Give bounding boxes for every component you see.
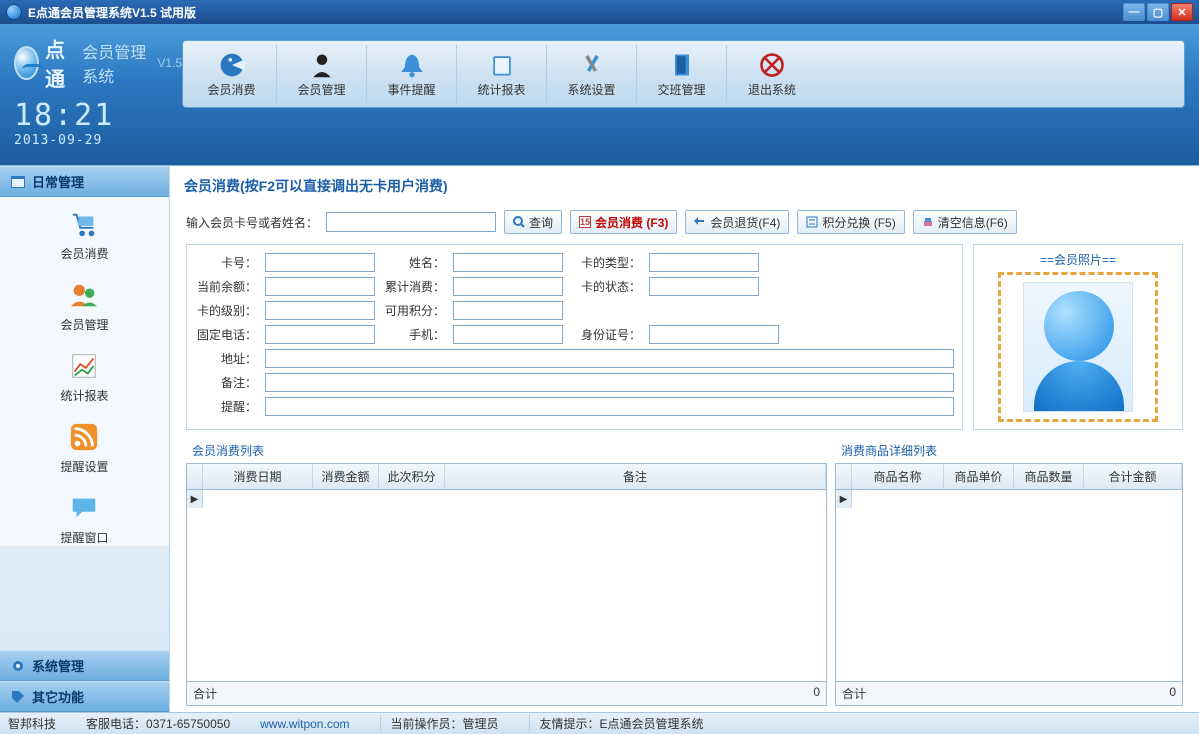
window-title: E点通会员管理系统V1.5 试用版 (28, 4, 1123, 21)
photo-box: ==会员照片== (973, 244, 1183, 430)
row-marker-icon: ▶ (187, 490, 203, 508)
sidebar-section-daily[interactable]: 日常管理 (0, 166, 169, 197)
magnifier-icon (513, 216, 525, 228)
rss-icon (69, 422, 99, 452)
points-input[interactable] (453, 301, 563, 320)
main-panel: 会员消费(按F2可以直接调出无卡用户消费) 输入会员卡号或者姓名： 查询 15会… (170, 166, 1199, 712)
clear-button[interactable]: 清空信息(F6) (913, 210, 1017, 234)
consume-button[interactable]: 15会员消费 (F3) (570, 210, 677, 234)
toolbar-member-consume[interactable]: 会员消费 (187, 45, 277, 103)
member-form: 卡号： 姓名： 卡的类型： 当前余额： 累计消费： 卡的状态： 卡的级别： 可用… (186, 244, 1183, 430)
clock-time: 18:21 (14, 98, 182, 133)
main-toolbar: 会员消费 会员管理 事件提醒 统计报表 系统设置 交班管理 退出系统 (182, 40, 1185, 108)
row-marker-icon: ▶ (836, 490, 852, 508)
status-company: 智邦科技 (8, 715, 56, 732)
sidebar-item-remind-setting[interactable]: 提醒设置 (60, 422, 108, 475)
clock-date: 2013-09-29 (14, 133, 182, 148)
gear-icon (10, 658, 26, 674)
search-label: 输入会员卡号或者姓名： (186, 214, 318, 231)
app-icon (6, 4, 22, 20)
speech-icon (69, 493, 99, 523)
sidebar-section-system[interactable]: 系统管理 (0, 650, 169, 681)
card-type-input[interactable] (649, 253, 759, 272)
card-status-input[interactable] (649, 277, 759, 296)
sidebar-items: 会员消费 会员管理 统计报表 提醒设置 提醒窗口 (0, 197, 169, 546)
tools-icon (578, 51, 606, 79)
brand-name: 点通 (45, 34, 74, 92)
total-spend-input[interactable] (453, 277, 563, 296)
sidebar-section-other[interactable]: 其它功能 (0, 681, 169, 712)
consume-list-title: 会员消费列表 (186, 438, 827, 463)
tag-icon (10, 689, 26, 705)
lists-row: 会员消费列表 消费日期 消费金额 此次积分 备注 ▶ 合计0 消费商品详细列表 (186, 438, 1183, 706)
toolbar-member-manage[interactable]: 会员管理 (277, 45, 367, 103)
avatar-placeholder-icon (1023, 282, 1133, 412)
users-icon (69, 280, 99, 310)
remark-input[interactable] (265, 373, 954, 392)
remind-input[interactable] (265, 397, 954, 416)
pacman-icon (218, 51, 246, 79)
name-input[interactable] (453, 253, 563, 272)
consume-grid[interactable]: 消费日期 消费金额 此次积分 备注 ▶ 合计0 (186, 463, 827, 706)
eraser-icon (922, 216, 934, 228)
app-header: 点通 会员管理系统 V1.5 18:21 2013-09-29 会员消费 会员管… (0, 24, 1199, 166)
status-hotline: 0371-65750050 (146, 717, 230, 731)
brand-logo-icon (14, 46, 39, 80)
sidebar-item-consume[interactable]: 会员消费 (60, 209, 108, 262)
toolbar-settings[interactable]: 系统设置 (547, 45, 637, 103)
status-website-link[interactable]: www.witpon.com (260, 717, 349, 731)
sidebar-item-member[interactable]: 会员管理 (60, 280, 108, 333)
book-icon (488, 51, 516, 79)
tel-input[interactable] (265, 325, 375, 344)
bell-icon (398, 51, 426, 79)
return-button[interactable]: 会员退货(F4) (685, 210, 789, 234)
panel-title: 会员消费(按F2可以直接调出无卡用户消费) (184, 176, 1189, 196)
card-level-input[interactable] (265, 301, 375, 320)
search-button[interactable]: 查询 (504, 210, 562, 234)
chart-icon (69, 351, 99, 381)
status-tip: E点通会员管理系统 (600, 717, 704, 731)
exit-icon (758, 51, 786, 79)
toolbar-event-remind[interactable]: 事件提醒 (367, 45, 457, 103)
toolbar-shift[interactable]: 交班管理 (637, 45, 727, 103)
close-button[interactable]: ✕ (1171, 3, 1193, 21)
search-input[interactable] (326, 212, 496, 232)
brand-block: 点通 会员管理系统 V1.5 18:21 2013-09-29 (14, 32, 182, 157)
minimize-button[interactable]: — (1123, 3, 1145, 21)
photo-frame (998, 272, 1158, 422)
goods-grid[interactable]: 商品名称 商品单价 商品数量 合计金额 ▶ 合计0 (835, 463, 1183, 706)
photo-title: ==会员照片== (980, 251, 1176, 268)
door-icon (668, 51, 696, 79)
search-row: 输入会员卡号或者姓名： 查询 15会员消费 (F3) 会员退货(F4) 积分兑换… (186, 210, 1183, 234)
sidebar-item-remind-window[interactable]: 提醒窗口 (60, 493, 108, 546)
id-input[interactable] (649, 325, 779, 344)
sidebar-item-report[interactable]: 统计报表 (60, 351, 108, 404)
mobile-input[interactable] (453, 325, 563, 344)
person-icon (308, 51, 336, 79)
maximize-button[interactable]: ▢ (1147, 3, 1169, 21)
calendar-icon: 15 (579, 216, 591, 228)
brand-version: V1.5 (157, 56, 182, 70)
card-no-input[interactable] (265, 253, 375, 272)
status-bar: 智邦科技 客服电话：0371-65750050 www.witpon.com 当… (0, 712, 1199, 734)
titlebar: E点通会员管理系统V1.5 试用版 — ▢ ✕ (0, 0, 1199, 24)
points-button[interactable]: 积分兑换 (F5) (797, 210, 904, 234)
return-icon (694, 216, 706, 228)
window-icon (10, 174, 26, 190)
balance-input[interactable] (265, 277, 375, 296)
exchange-icon (806, 216, 818, 228)
goods-list-title: 消费商品详细列表 (835, 438, 1183, 463)
cart-icon (69, 209, 99, 239)
sidebar: 日常管理 会员消费 会员管理 统计报表 提醒设置 提醒窗口 (0, 166, 170, 712)
address-input[interactable] (265, 349, 954, 368)
status-operator: 管理员 (463, 717, 499, 731)
toolbar-exit[interactable]: 退出系统 (727, 45, 817, 103)
brand-subtitle: 会员管理系统 (82, 39, 149, 87)
toolbar-report[interactable]: 统计报表 (457, 45, 547, 103)
